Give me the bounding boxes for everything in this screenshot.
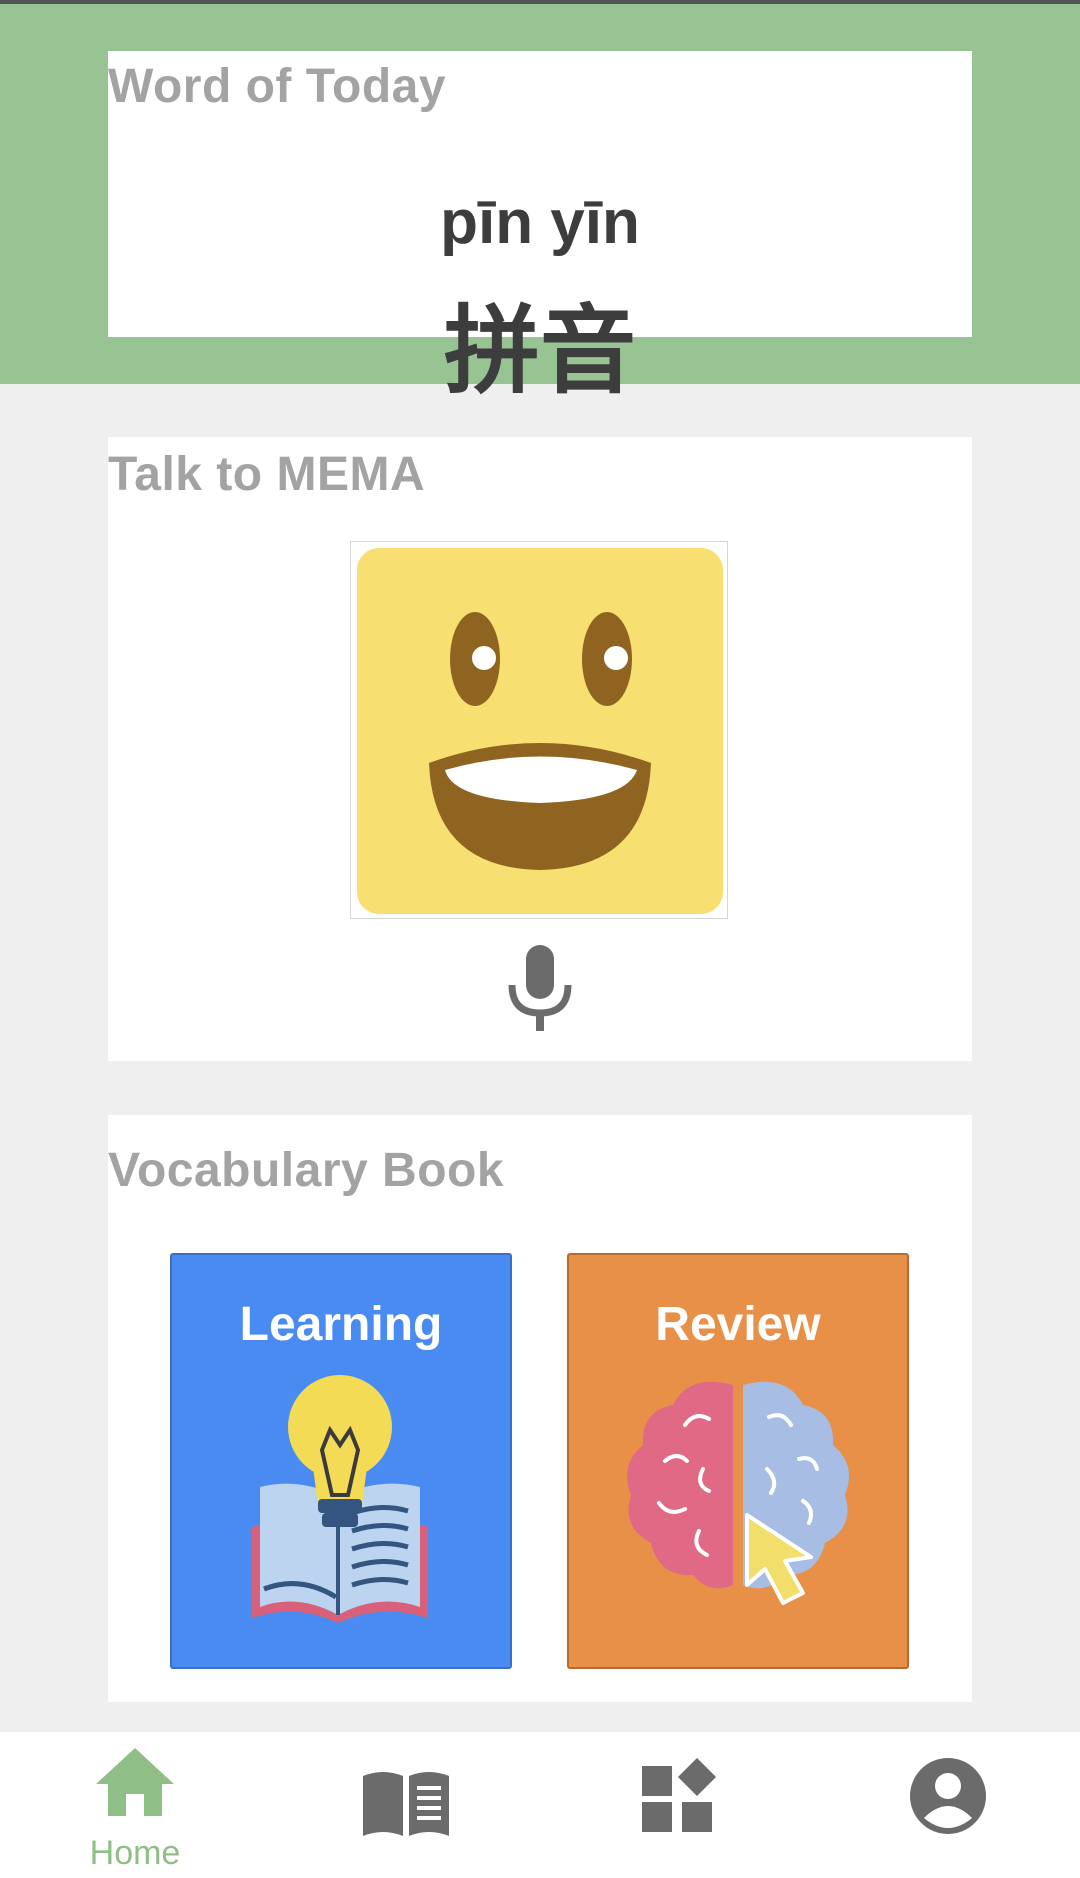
brain-cursor-icon [627, 1381, 849, 1605]
lightbulb-book-icon [252, 1375, 428, 1623]
book-icon [363, 1772, 449, 1836]
word-of-today-card[interactable]: Word of Today pīn yīn 拼音 [108, 51, 972, 407]
word-hanzi: 拼音 [444, 295, 636, 407]
tab-home-label: Home [89, 1834, 181, 1872]
talk-to-mema-title: Talk to MEMA [108, 448, 426, 501]
review-button[interactable]: Review [567, 1253, 909, 1669]
microphone-icon[interactable] [506, 945, 574, 1031]
mema-avatar-button[interactable] [350, 541, 728, 919]
smiling-face-icon [357, 548, 723, 914]
tab-account[interactable] [810, 1732, 1080, 1878]
widgets-icon [642, 1758, 716, 1832]
bottom-tab-bar: Home [0, 1732, 1080, 1878]
talk-to-mema-card: Talk to MEMA [108, 437, 972, 1061]
learning-button[interactable]: Learning [170, 1253, 512, 1669]
tab-widgets[interactable] [540, 1732, 810, 1878]
word-pinyin: pīn yīn [440, 188, 640, 257]
home-icon [96, 1748, 174, 1816]
vocabulary-book-title: Vocabulary Book [108, 1144, 505, 1197]
word-of-today-title: Word of Today [108, 60, 447, 113]
account-icon [910, 1758, 986, 1834]
tab-book[interactable] [270, 1732, 540, 1878]
tab-home[interactable]: Home [0, 1732, 270, 1878]
vocabulary-book-card: Vocabulary Book Learning Review [108, 1115, 972, 1702]
